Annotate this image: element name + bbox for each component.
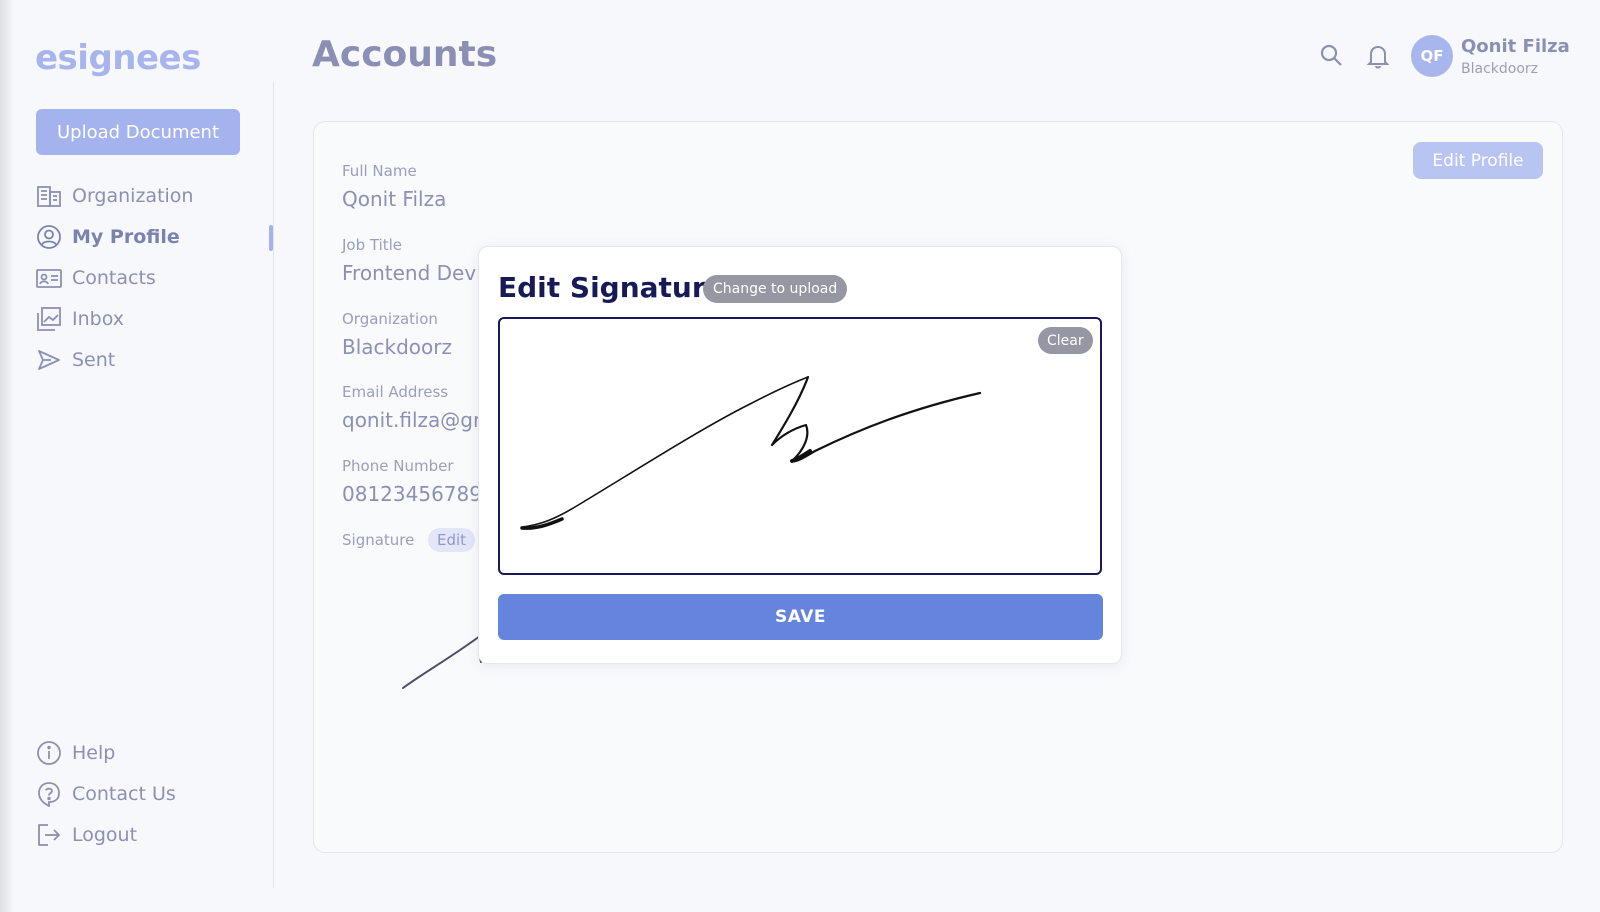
user-circle-icon	[36, 224, 62, 250]
sidebar-item-label: Inbox	[72, 308, 124, 330]
save-button[interactable]: SAVE	[498, 594, 1103, 640]
send-icon	[36, 347, 62, 373]
sidebar-item-label: Contacts	[72, 267, 156, 289]
question-icon	[36, 781, 62, 807]
edit-signature-modal: Edit Signature Change to upload SAVE	[478, 246, 1122, 664]
logout-icon	[36, 822, 62, 848]
id-card-icon	[36, 265, 62, 291]
app-logo: esignees	[35, 38, 201, 78]
change-to-upload-button[interactable]: Change to upload	[703, 275, 848, 303]
full-name-label: Full Name	[342, 162, 417, 180]
avatar[interactable]: QF	[1411, 35, 1453, 77]
sidebar: esignees Upload Document Organization My…	[0, 0, 274, 912]
full-name-value: Qonit Filza	[342, 187, 447, 211]
sidebar-item-contacts[interactable]: Contacts	[36, 261, 156, 295]
sidebar-item-contact-us[interactable]: Contact Us	[36, 777, 176, 811]
sidebar-item-label: Help	[72, 742, 116, 764]
sidebar-item-label: Sent	[72, 349, 116, 371]
sidebar-item-my-profile[interactable]: My Profile	[36, 220, 180, 254]
app-window: esignees Upload Document Organization My…	[0, 0, 1600, 912]
sidebar-item-help[interactable]: Help	[36, 736, 115, 770]
modal-title: Edit Signature	[498, 271, 725, 304]
sidebar-item-label: Logout	[72, 824, 138, 846]
sidebar-item-label: Contact Us	[72, 783, 176, 805]
organization-label: Organization	[342, 310, 438, 328]
email-value: qonit.filza@gr	[342, 408, 482, 432]
job-title-value: Frontend Dev	[342, 261, 477, 285]
sidebar-item-label: Organization	[72, 185, 194, 207]
sidebar-item-inbox[interactable]: Inbox	[36, 302, 124, 336]
signature-label: Signature	[342, 531, 415, 549]
phone-label: Phone Number	[342, 457, 454, 475]
organization-value: Blackdoorz	[342, 335, 452, 359]
page-title: Accounts	[312, 34, 498, 75]
sidebar-item-label: My Profile	[72, 226, 180, 248]
job-title-label: Job Title	[342, 236, 403, 254]
sidebar-divider	[273, 82, 274, 888]
signature-edit-button[interactable]: Edit	[428, 528, 476, 552]
info-icon	[36, 740, 62, 766]
bell-icon[interactable]	[1364, 42, 1392, 70]
signature-canvas[interactable]	[498, 317, 1102, 575]
phone-value: 08123456789	[342, 482, 482, 506]
upload-document-button[interactable]: Upload Document	[36, 109, 240, 155]
email-label: Email Address	[342, 383, 449, 401]
sidebar-item-sent[interactable]: Sent	[36, 343, 115, 377]
user-name: Qonit Filza	[1461, 36, 1570, 57]
search-icon[interactable]	[1318, 42, 1346, 70]
edit-profile-button[interactable]: Edit Profile	[1413, 142, 1543, 179]
sidebar-item-logout[interactable]: Logout	[36, 818, 137, 852]
sidebar-item-organization[interactable]: Organization	[36, 179, 193, 213]
inbox-images-icon	[36, 306, 62, 332]
user-organization: Blackdoorz	[1461, 61, 1538, 77]
clear-button[interactable]: Clear	[1038, 327, 1093, 354]
building-icon	[36, 183, 62, 209]
